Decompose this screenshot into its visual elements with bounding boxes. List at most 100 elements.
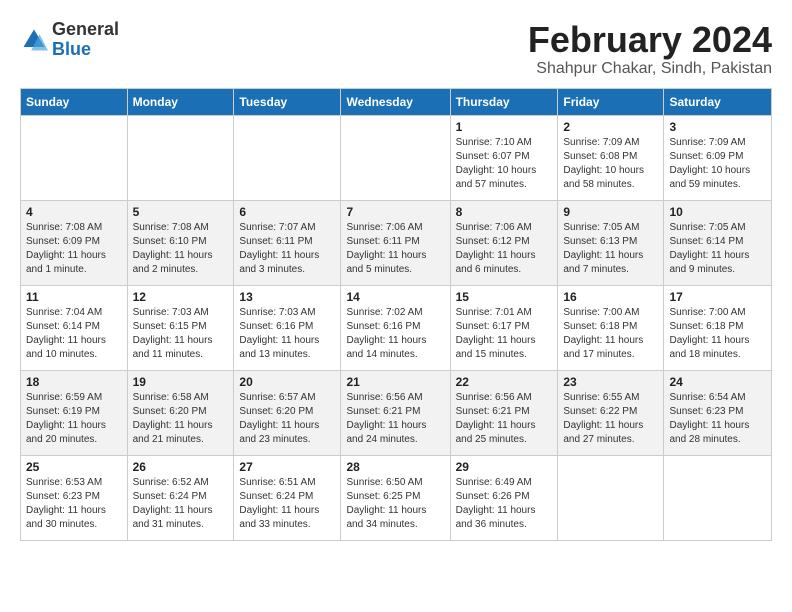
day-info: Sunrise: 7:04 AMSunset: 6:14 PMDaylight:… bbox=[26, 306, 122, 362]
day-number: 24 bbox=[669, 375, 766, 389]
day-info: Sunrise: 6:54 AMSunset: 6:23 PMDaylight:… bbox=[669, 391, 766, 447]
calendar-cell: 14 Sunrise: 7:02 AMSunset: 6:16 PMDayligh… bbox=[341, 285, 450, 370]
calendar-header-row: Sunday Monday Tuesday Wednesday Thursday… bbox=[21, 88, 772, 115]
calendar-cell: 12 Sunrise: 7:03 AMSunset: 6:15 PMDayligh… bbox=[127, 285, 234, 370]
day-number: 26 bbox=[133, 460, 229, 474]
calendar-cell: 20 Sunrise: 6:57 AMSunset: 6:20 PMDayligh… bbox=[234, 370, 341, 455]
calendar-week-5: 25 Sunrise: 6:53 AMSunset: 6:23 PMDayligh… bbox=[21, 455, 772, 540]
day-number: 17 bbox=[669, 290, 766, 304]
calendar-cell: 23Sunrise: 6:55 AMSunset: 6:22 PMDayligh… bbox=[558, 370, 664, 455]
day-number: 20 bbox=[239, 375, 335, 389]
day-info: Sunrise: 6:56 AMSunset: 6:21 PMDaylight:… bbox=[346, 391, 444, 447]
calendar-cell bbox=[127, 115, 234, 200]
day-info: Sunrise: 7:06 AMSunset: 6:11 PMDaylight:… bbox=[346, 221, 444, 277]
day-info: Sunrise: 6:59 AMSunset: 6:19 PMDaylight:… bbox=[26, 391, 122, 447]
calendar-cell: 10 Sunrise: 7:05 AMSunset: 6:14 PMDayligh… bbox=[664, 200, 772, 285]
calendar-cell: 4Sunrise: 7:08 AMSunset: 6:09 PMDaylight… bbox=[21, 200, 128, 285]
day-info: Sunrise: 6:53 AMSunset: 6:23 PMDaylight:… bbox=[26, 476, 122, 532]
col-tuesday: Tuesday bbox=[234, 88, 341, 115]
day-number: 14 bbox=[346, 290, 444, 304]
col-sunday: Sunday bbox=[21, 88, 128, 115]
day-number: 6 bbox=[239, 205, 335, 219]
page-header: General Blue February 2024 Shahpur Chaka… bbox=[20, 20, 772, 78]
calendar-cell: 18 Sunrise: 6:59 AMSunset: 6:19 PMDayligh… bbox=[21, 370, 128, 455]
day-number: 22 bbox=[456, 375, 553, 389]
calendar-cell: 28Sunrise: 6:50 AMSunset: 6:25 PMDayligh… bbox=[341, 455, 450, 540]
col-wednesday: Wednesday bbox=[341, 88, 450, 115]
day-number: 9 bbox=[563, 205, 658, 219]
day-info: Sunrise: 6:57 AMSunset: 6:20 PMDaylight:… bbox=[239, 391, 335, 447]
calendar-week-4: 18 Sunrise: 6:59 AMSunset: 6:19 PMDayligh… bbox=[21, 370, 772, 455]
day-number: 12 bbox=[133, 290, 229, 304]
calendar-cell bbox=[341, 115, 450, 200]
calendar-cell: 22Sunrise: 6:56 AMSunset: 6:21 PMDayligh… bbox=[450, 370, 558, 455]
day-info: Sunrise: 7:03 AMSunset: 6:16 PMDaylight:… bbox=[239, 306, 335, 362]
day-info: Sunrise: 6:52 AMSunset: 6:24 PMDaylight:… bbox=[133, 476, 229, 532]
location: Shahpur Chakar, Sindh, Pakistan bbox=[528, 60, 772, 78]
calendar-cell: 2 Sunrise: 7:09 AMSunset: 6:08 PMDaylight… bbox=[558, 115, 664, 200]
day-info: Sunrise: 7:08 AMSunset: 6:09 PMDaylight:… bbox=[26, 221, 122, 277]
day-info: Sunrise: 6:49 AMSunset: 6:26 PMDaylight:… bbox=[456, 476, 553, 532]
day-info: Sunrise: 7:01 AMSunset: 6:17 PMDaylight:… bbox=[456, 306, 553, 362]
calendar-cell: 5 Sunrise: 7:08 AMSunset: 6:10 PMDaylight… bbox=[127, 200, 234, 285]
calendar-cell bbox=[664, 455, 772, 540]
day-info: Sunrise: 6:58 AMSunset: 6:20 PMDaylight:… bbox=[133, 391, 229, 447]
day-info: Sunrise: 7:05 AMSunset: 6:14 PMDaylight:… bbox=[669, 221, 766, 277]
day-number: 10 bbox=[669, 205, 766, 219]
day-number: 27 bbox=[239, 460, 335, 474]
day-number: 3 bbox=[669, 120, 766, 134]
day-number: 28 bbox=[346, 460, 444, 474]
day-info: Sunrise: 7:03 AMSunset: 6:15 PMDaylight:… bbox=[133, 306, 229, 362]
col-monday: Monday bbox=[127, 88, 234, 115]
day-number: 18 bbox=[26, 375, 122, 389]
day-info: Sunrise: 7:00 AMSunset: 6:18 PMDaylight:… bbox=[563, 306, 658, 362]
calendar-week-3: 11 Sunrise: 7:04 AMSunset: 6:14 PMDayligh… bbox=[21, 285, 772, 370]
day-number: 2 bbox=[563, 120, 658, 134]
title-block: February 2024 Shahpur Chakar, Sindh, Pak… bbox=[528, 20, 772, 78]
day-info: Sunrise: 7:07 AMSunset: 6:11 PMDaylight:… bbox=[239, 221, 335, 277]
day-number: 1 bbox=[456, 120, 553, 134]
day-number: 21 bbox=[346, 375, 444, 389]
calendar-cell: 1 Sunrise: 7:10 AMSunset: 6:07 PMDaylight… bbox=[450, 115, 558, 200]
day-info: Sunrise: 7:05 AMSunset: 6:13 PMDaylight:… bbox=[563, 221, 658, 277]
day-info: Sunrise: 7:08 AMSunset: 6:10 PMDaylight:… bbox=[133, 221, 229, 277]
calendar-cell: 27 Sunrise: 6:51 AMSunset: 6:24 PMDayligh… bbox=[234, 455, 341, 540]
day-info: Sunrise: 7:02 AMSunset: 6:16 PMDaylight:… bbox=[346, 306, 444, 362]
day-number: 15 bbox=[456, 290, 553, 304]
day-info: Sunrise: 6:55 AMSunset: 6:22 PMDaylight:… bbox=[563, 391, 658, 447]
logo: General Blue bbox=[20, 20, 119, 60]
day-number: 25 bbox=[26, 460, 122, 474]
logo-text: General Blue bbox=[52, 20, 119, 60]
calendar-cell: 15 Sunrise: 7:01 AMSunset: 6:17 PMDayligh… bbox=[450, 285, 558, 370]
day-info: Sunrise: 7:06 AMSunset: 6:12 PMDaylight:… bbox=[456, 221, 553, 277]
day-number: 19 bbox=[133, 375, 229, 389]
calendar-cell bbox=[558, 455, 664, 540]
day-info: Sunrise: 7:10 AMSunset: 6:07 PMDaylight:… bbox=[456, 136, 553, 192]
day-number: 8 bbox=[456, 205, 553, 219]
calendar-week-1: 1 Sunrise: 7:10 AMSunset: 6:07 PMDaylight… bbox=[21, 115, 772, 200]
calendar-cell: 7 Sunrise: 7:06 AMSunset: 6:11 PMDaylight… bbox=[341, 200, 450, 285]
day-info: Sunrise: 7:09 AMSunset: 6:09 PMDaylight:… bbox=[669, 136, 766, 192]
calendar-cell: 11 Sunrise: 7:04 AMSunset: 6:14 PMDayligh… bbox=[21, 285, 128, 370]
calendar-cell: 16 Sunrise: 7:00 AMSunset: 6:18 PMDayligh… bbox=[558, 285, 664, 370]
day-number: 7 bbox=[346, 205, 444, 219]
calendar-cell: 24 Sunrise: 6:54 AMSunset: 6:23 PMDayligh… bbox=[664, 370, 772, 455]
day-info: Sunrise: 7:09 AMSunset: 6:08 PMDaylight:… bbox=[563, 136, 658, 192]
day-number: 5 bbox=[133, 205, 229, 219]
calendar-cell: 6 Sunrise: 7:07 AMSunset: 6:11 PMDaylight… bbox=[234, 200, 341, 285]
calendar-cell bbox=[234, 115, 341, 200]
calendar-cell: 21 Sunrise: 6:56 AMSunset: 6:21 PMDayligh… bbox=[341, 370, 450, 455]
calendar-week-2: 4Sunrise: 7:08 AMSunset: 6:09 PMDaylight… bbox=[21, 200, 772, 285]
calendar-cell: 26 Sunrise: 6:52 AMSunset: 6:24 PMDayligh… bbox=[127, 455, 234, 540]
calendar-cell bbox=[21, 115, 128, 200]
logo-general: General bbox=[52, 20, 119, 40]
calendar-cell: 13Sunrise: 7:03 AMSunset: 6:16 PMDayligh… bbox=[234, 285, 341, 370]
col-friday: Friday bbox=[558, 88, 664, 115]
day-info: Sunrise: 6:51 AMSunset: 6:24 PMDaylight:… bbox=[239, 476, 335, 532]
calendar-cell: 25 Sunrise: 6:53 AMSunset: 6:23 PMDayligh… bbox=[21, 455, 128, 540]
day-number: 11 bbox=[26, 290, 122, 304]
day-info: Sunrise: 7:00 AMSunset: 6:18 PMDaylight:… bbox=[669, 306, 766, 362]
day-number: 16 bbox=[563, 290, 658, 304]
calendar-cell: 29Sunrise: 6:49 AMSunset: 6:26 PMDayligh… bbox=[450, 455, 558, 540]
logo-icon bbox=[20, 26, 48, 54]
